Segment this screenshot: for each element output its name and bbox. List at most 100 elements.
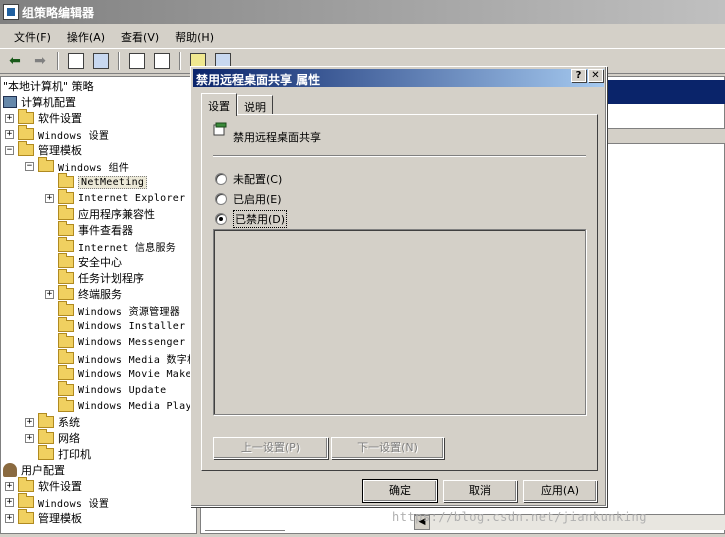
tab-explain[interactable]: 说明: [237, 95, 273, 115]
tree-item-label: Windows Media 数字权: [78, 354, 197, 366]
menu-view[interactable]: 查看(V): [113, 25, 167, 47]
radio-enabled[interactable]: 已启用(E): [215, 191, 282, 207]
tree-item-ie[interactable]: + Internet Explorer: [45, 189, 185, 206]
toolbar-separator: [57, 52, 59, 70]
dialog-title-bar[interactable]: 禁用远程桌面共享 属性: [193, 69, 604, 87]
tree-item-label: Windows Update: [78, 384, 167, 396]
tree-item-label: Windows 设置: [38, 130, 110, 142]
tree-item-label: 打印机: [58, 448, 91, 461]
radio-button[interactable]: [215, 173, 227, 185]
tree-item-explorer[interactable]: Windows 资源管理器: [45, 301, 181, 318]
expand-icon[interactable]: +: [5, 497, 14, 507]
export-list-icon[interactable]: [151, 51, 173, 71]
options-area: [213, 229, 586, 415]
tree-item-label: 软件设置: [38, 112, 82, 125]
tree-item-app-compat[interactable]: 应用程序兼容性: [45, 205, 155, 222]
tree-item-system[interactable]: + 系统: [25, 413, 80, 430]
tree-item-label: 系统: [58, 416, 80, 429]
policy-name: 禁用远程桌面共享: [233, 131, 321, 144]
tree-item-netmeeting[interactable]: NetMeeting: [45, 173, 148, 190]
tree-item-label: NetMeeting: [78, 175, 148, 189]
tree-item-network[interactable]: + 网络: [25, 429, 80, 446]
tree-item-user-windows-settings[interactable]: + Windows 设置: [5, 493, 109, 510]
tree-item-update[interactable]: Windows Update: [45, 381, 167, 398]
tree-item-windows-settings[interactable]: + Windows 设置: [5, 125, 110, 142]
radio-label: 已禁用(D): [233, 210, 288, 228]
tree-item-label: 管理模板: [38, 512, 82, 525]
app-icon: [3, 4, 19, 20]
tree-item-label: 任务计划程序: [78, 272, 144, 285]
tree-item-label: 管理模板: [38, 144, 82, 157]
tree-item-root[interactable]: "本地计算机" 策略: [3, 78, 94, 94]
expand-icon[interactable]: +: [5, 513, 14, 523]
radio-button[interactable]: [215, 193, 227, 205]
view-tabs: [205, 530, 285, 537]
expand-icon[interactable]: +: [5, 129, 14, 139]
tree-item-event-viewer[interactable]: 事件查看器: [45, 221, 133, 238]
tree-item-label: Windows Messenger: [78, 336, 186, 348]
radio-not-configured[interactable]: 未配置(C): [215, 171, 282, 187]
folder-icon: [38, 413, 54, 428]
ok-button[interactable]: 确定: [362, 479, 438, 503]
tree-item-media-player[interactable]: Windows Media Playe: [45, 397, 197, 414]
forward-arrow-icon[interactable]: ➡: [29, 51, 51, 71]
tree-item-installer[interactable]: Windows Installer: [45, 317, 185, 334]
watermark: https://blog.csdn.net/jiankunking: [392, 510, 647, 524]
collapse-icon[interactable]: −: [25, 161, 34, 171]
next-setting-button[interactable]: 下一设置(N): [331, 437, 444, 459]
tree-item-printers[interactable]: 打印机: [25, 445, 91, 462]
cancel-button[interactable]: 取消: [443, 480, 517, 502]
tree-item-user-config[interactable]: 用户配置: [3, 462, 65, 478]
collapse-icon[interactable]: −: [5, 145, 14, 155]
expand-icon[interactable]: +: [45, 289, 54, 299]
expand-icon[interactable]: +: [45, 193, 54, 203]
toolbar-separator: [118, 52, 120, 70]
previous-setting-button[interactable]: 上一设置(P): [213, 437, 328, 459]
expand-icon[interactable]: +: [25, 417, 34, 427]
tab-settings[interactable]: 设置: [201, 93, 237, 116]
tree-item-media-drm[interactable]: Windows Media 数字权: [45, 349, 197, 366]
expand-icon[interactable]: +: [5, 481, 14, 491]
tree-item-software-settings[interactable]: + 软件设置: [5, 109, 82, 126]
tree-item-task-scheduler[interactable]: 任务计划程序: [45, 269, 144, 286]
properties-dialog: 禁用远程桌面共享 属性 ? ✕ 设置 说明 禁用远程桌面共享 未配置(C) 已启…: [190, 66, 607, 507]
back-arrow-icon[interactable]: ⬅: [4, 51, 26, 71]
folder-icon: [18, 125, 34, 140]
tree-item-user-software-settings[interactable]: + 软件设置: [5, 477, 82, 494]
menu-help[interactable]: 帮助(H): [167, 25, 222, 47]
computer-icon: [3, 96, 17, 108]
menu-action[interactable]: 操作(A): [59, 25, 113, 47]
tree-item-label: Windows Media Playe: [78, 400, 197, 412]
tree-item-user-admin-templates[interactable]: + 管理模板: [5, 509, 82, 526]
properties-icon[interactable]: [126, 51, 148, 71]
dialog-title: 禁用远程桌面共享 属性: [196, 73, 321, 87]
tree-item-label: 终端服务: [78, 288, 122, 301]
radio-button[interactable]: [215, 213, 227, 225]
folder-icon: [58, 189, 74, 204]
tree-item-movie-maker[interactable]: Windows Movie Maker: [45, 365, 197, 382]
help-button[interactable]: ?: [571, 69, 586, 82]
menu-file[interactable]: 文件(F): [6, 25, 59, 47]
tree-item-security-center[interactable]: 安全中心: [45, 253, 122, 270]
radio-disabled[interactable]: 已禁用(D): [215, 210, 288, 228]
tree-item-messenger[interactable]: Windows Messenger: [45, 333, 186, 350]
menu-bar: 文件(F) 操作(A) 查看(V) 帮助(H): [0, 25, 725, 47]
tree-item-terminal-services[interactable]: + 终端服务: [45, 285, 122, 302]
tree-item-iis[interactable]: Internet 信息服务: [45, 237, 177, 254]
tree-item-label: Internet 信息服务: [78, 242, 177, 254]
folder-icon: [58, 365, 74, 380]
folder-icon: [58, 397, 74, 412]
tree-item-windows-components[interactable]: − Windows 组件: [25, 157, 129, 174]
folder-icon: [58, 317, 74, 332]
close-button[interactable]: ✕: [588, 69, 603, 82]
tree-item-computer-config[interactable]: 计算机配置: [3, 94, 76, 110]
expand-icon[interactable]: +: [25, 433, 34, 443]
up-level-icon[interactable]: [65, 51, 87, 71]
tree-item-label: Windows 资源管理器: [78, 306, 181, 318]
expand-icon[interactable]: +: [5, 113, 14, 123]
tree-item-label: Windows Movie Maker: [78, 368, 197, 380]
apply-button[interactable]: 应用(A): [523, 480, 597, 502]
console-tree: "本地计算机" 策略 计算机配置 + 软件设置 + Windows 设置 − 管…: [0, 76, 197, 534]
tree-item-admin-templates[interactable]: − 管理模板: [5, 141, 82, 158]
show-hide-tree-icon[interactable]: [90, 51, 112, 71]
